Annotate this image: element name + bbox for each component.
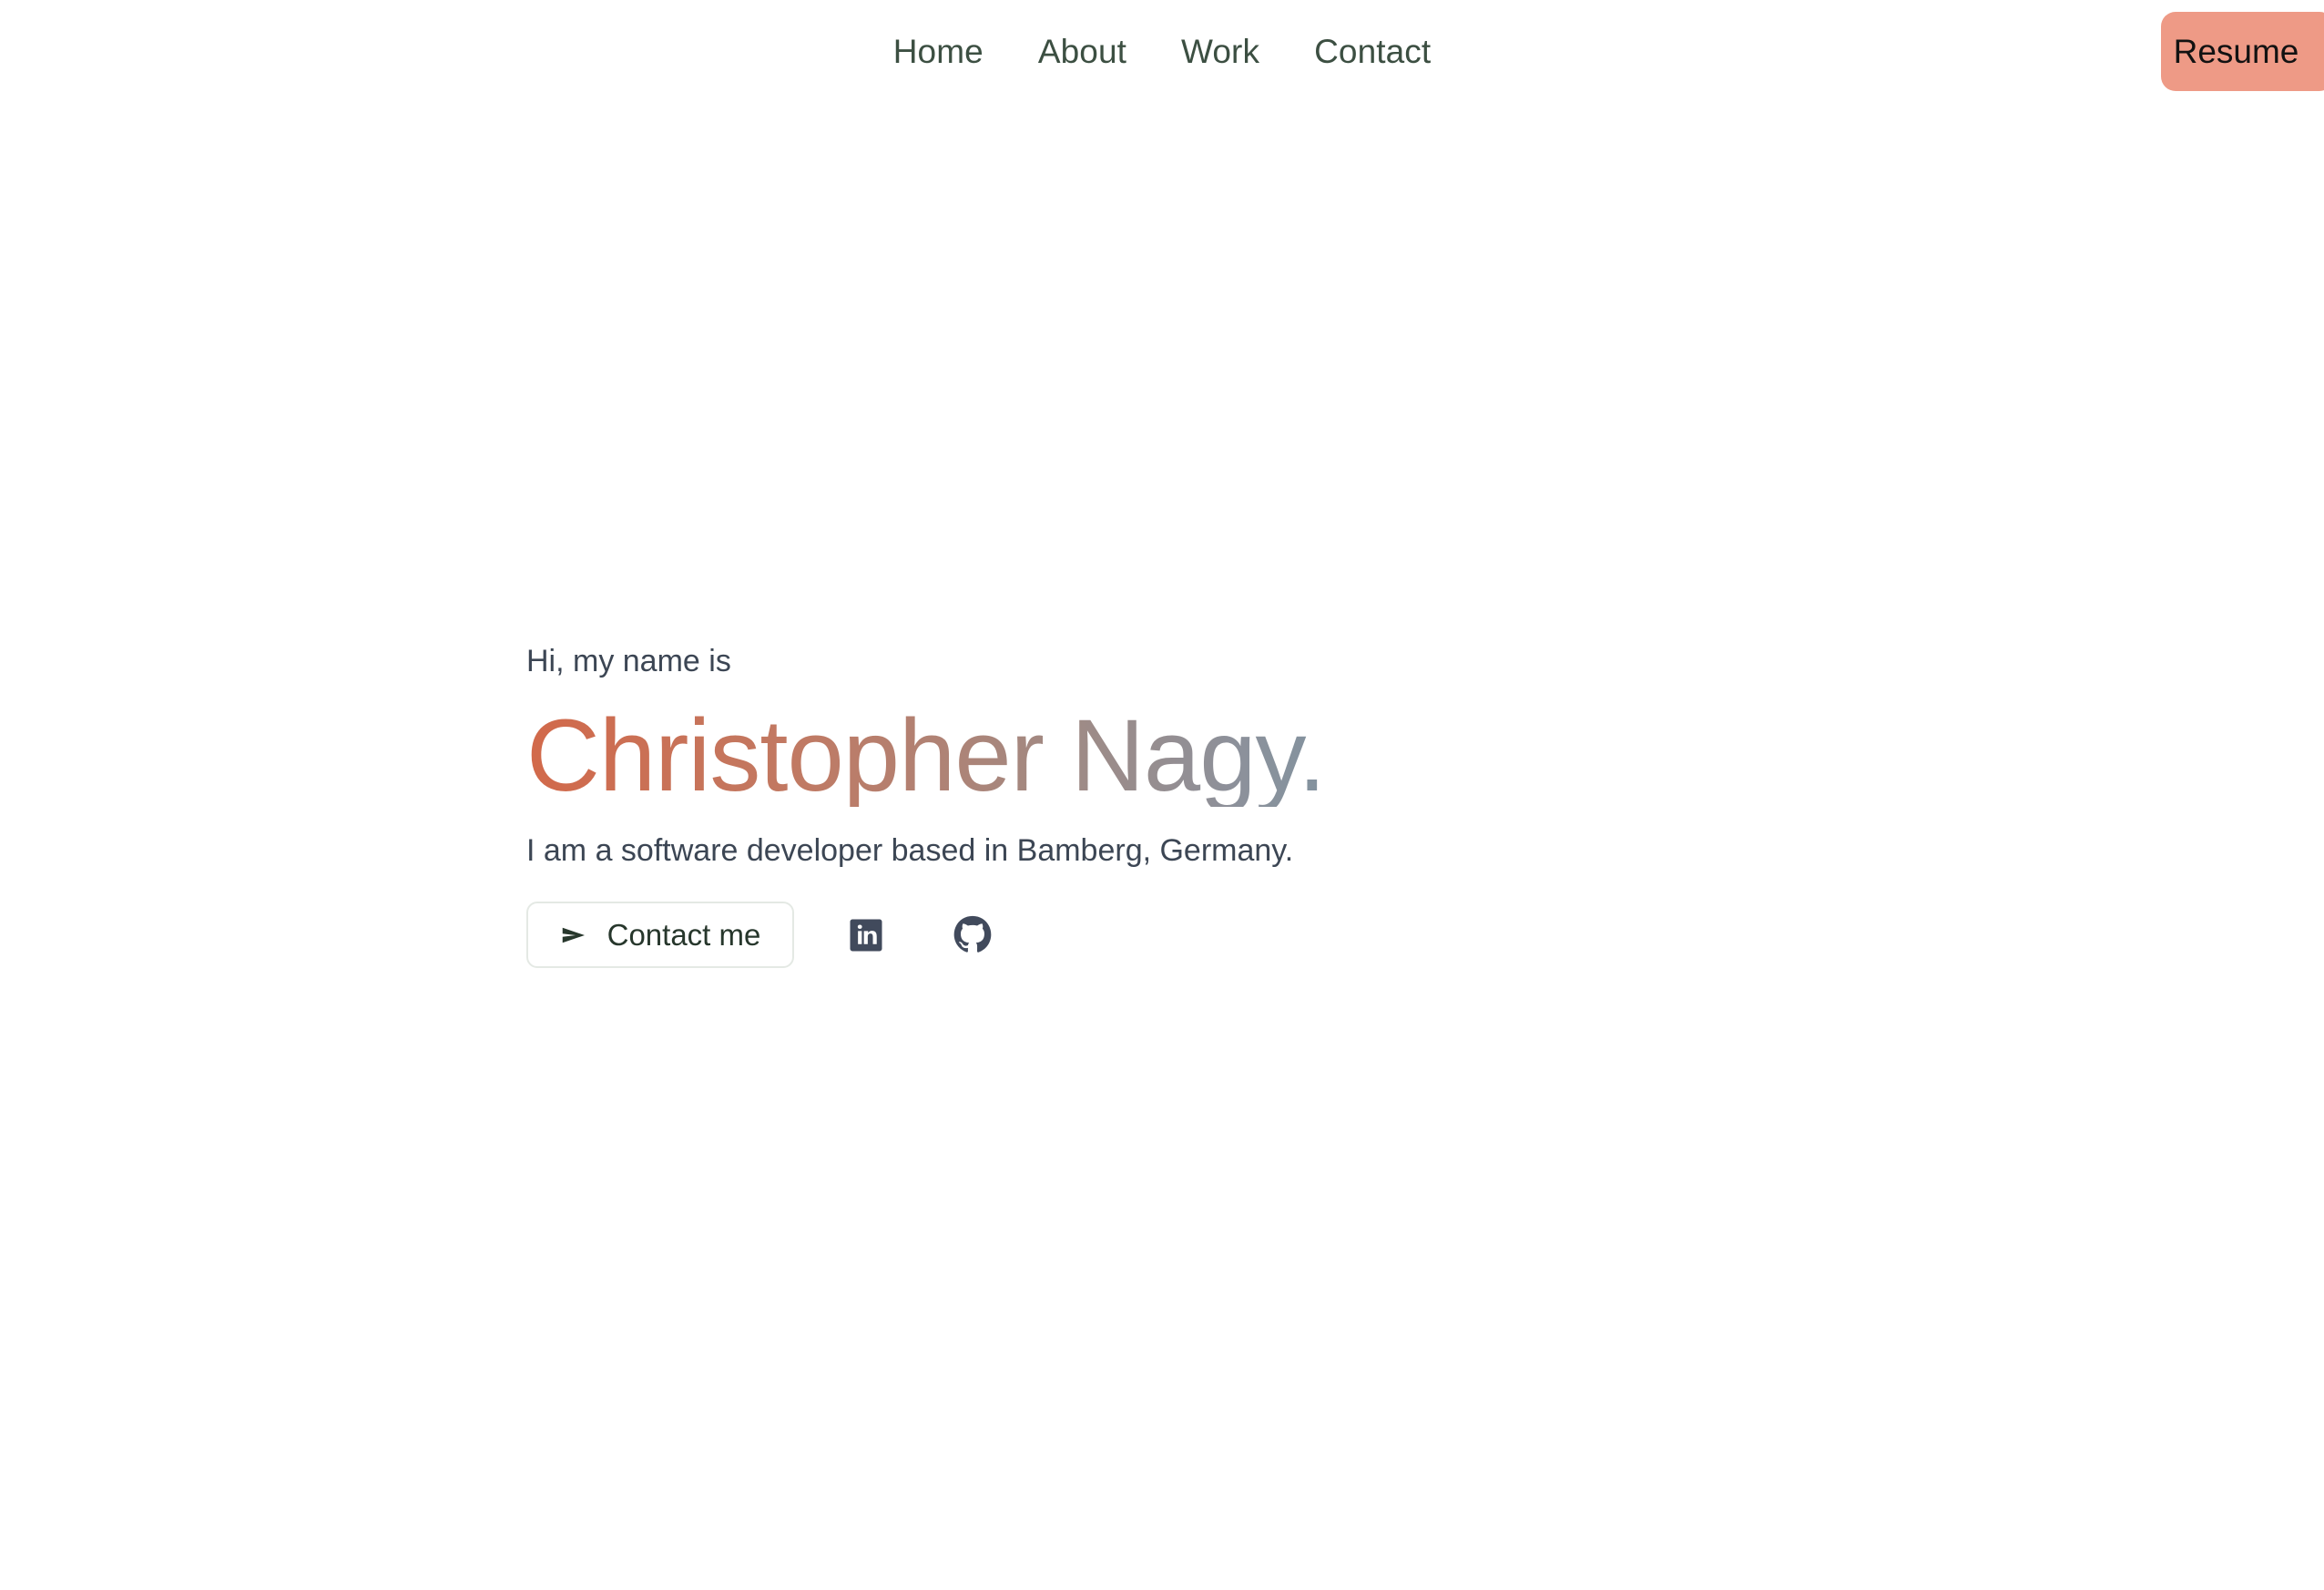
page-root: Home About Work Contact Resume Hi, my na…: [0, 0, 2324, 1590]
linkedin-icon: [847, 916, 885, 954]
nav-links-group: Home About Work Contact: [0, 0, 2324, 102]
main-navbar: Home About Work Contact Resume: [0, 0, 2324, 102]
nav-link-home[interactable]: Home: [893, 35, 984, 68]
nav-link-contact[interactable]: Contact: [1314, 35, 1431, 68]
nav-link-about[interactable]: About: [1038, 35, 1126, 68]
hero-name-heading: Christopher Nagy.: [526, 704, 1801, 807]
github-icon: [953, 915, 993, 955]
social-link-github[interactable]: [953, 915, 993, 955]
hero-greeting: Hi, my name is: [526, 644, 731, 678]
contact-me-button[interactable]: Contact me: [526, 902, 794, 969]
resume-button[interactable]: Resume: [2161, 12, 2324, 91]
hero-actions: Contact me: [526, 902, 1801, 969]
send-icon: [560, 922, 587, 949]
social-link-linkedin[interactable]: [846, 915, 886, 955]
nav-link-work[interactable]: Work: [1181, 35, 1259, 68]
contact-me-label: Contact me: [606, 918, 761, 953]
hero-section: Hi, my name is Christopher Nagy. I am a …: [526, 641, 1801, 969]
hero-subtitle: I am a software developer based in Bambe…: [526, 832, 1294, 868]
